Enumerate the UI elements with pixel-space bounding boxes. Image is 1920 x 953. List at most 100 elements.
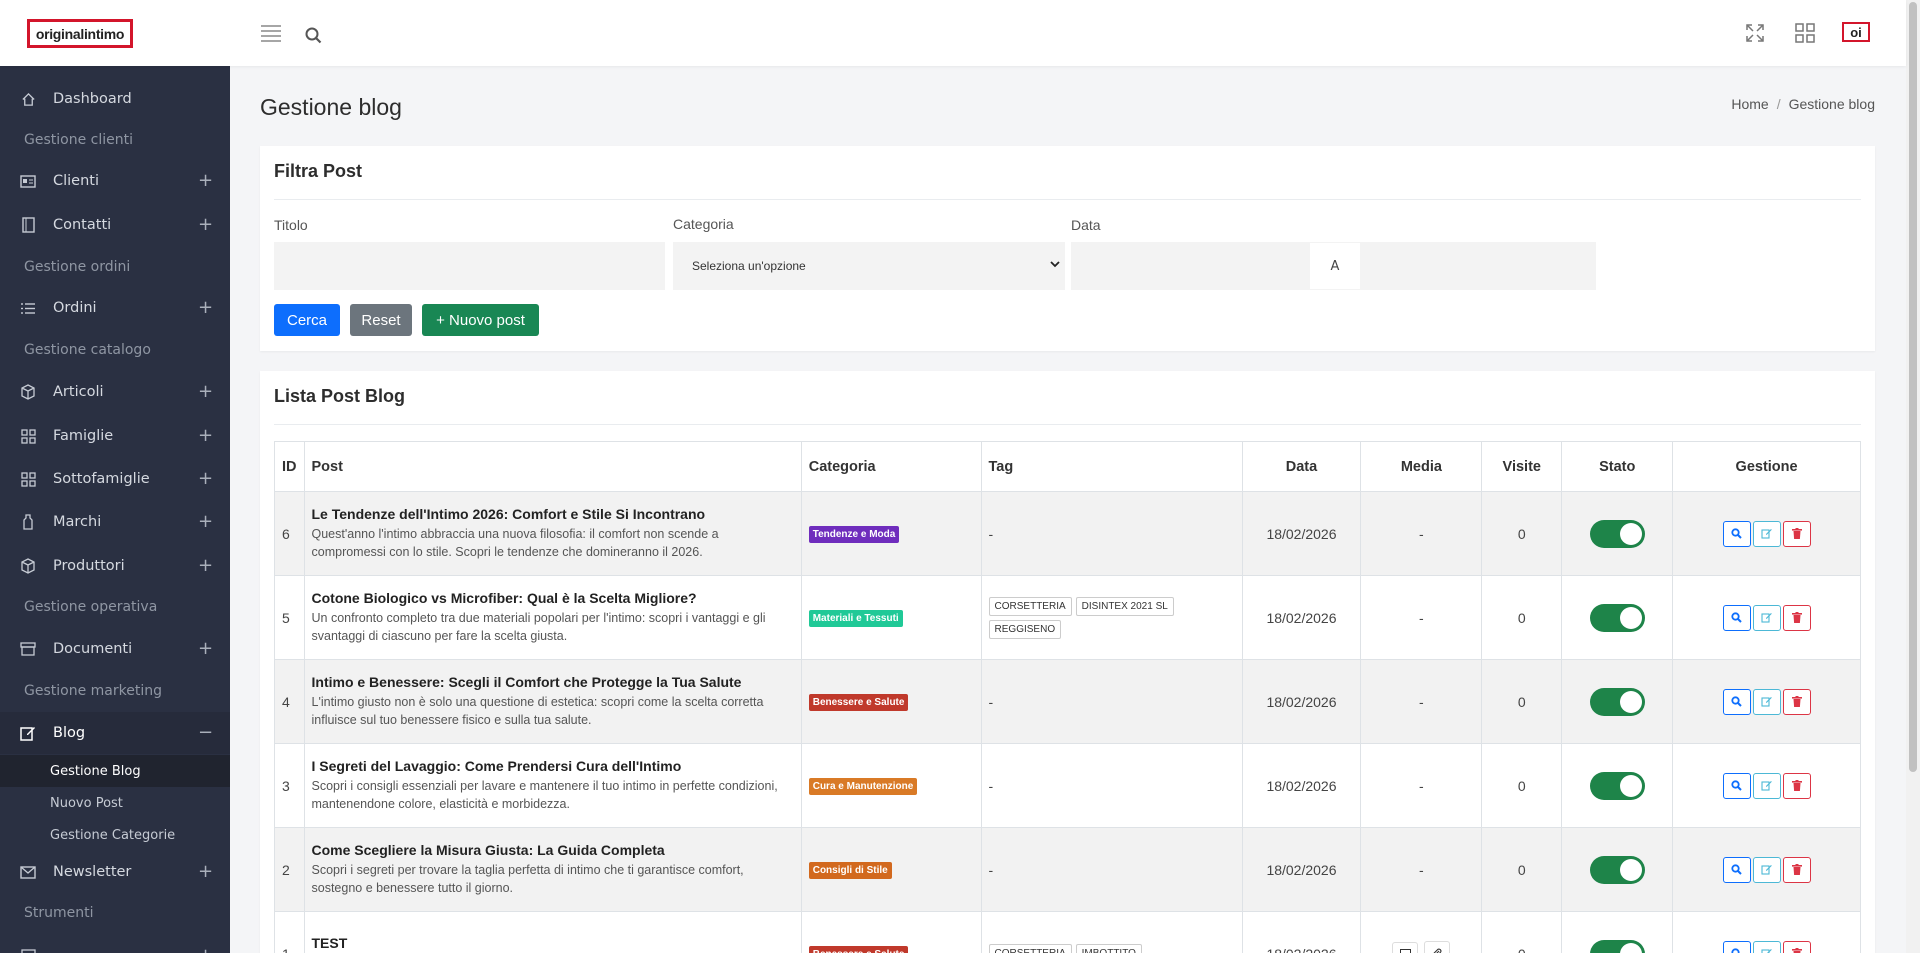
sidebar-subitem-gestione-categorie[interactable]: Gestione Categorie [0, 819, 230, 851]
sidebar-item-famiglie[interactable]: Famiglie + [0, 416, 230, 456]
col-header-post[interactable]: Post [303, 441, 802, 492]
col-header-media[interactable]: Media [1360, 441, 1483, 492]
sidebar-item-produttori[interactable]: Produttori + [0, 546, 230, 586]
col-header-stato[interactable]: Stato [1561, 441, 1674, 492]
delete-button[interactable] [1782, 940, 1811, 953]
post-list-card: Lista Post Blog ID Post Categoria Tag Da… [260, 371, 1875, 953]
sidebar-item-newsletter[interactable]: Newsletter + [0, 852, 230, 892]
edit-button[interactable] [1752, 604, 1781, 631]
col-header-visite[interactable]: Visite [1481, 441, 1563, 492]
attachment-icon[interactable] [1424, 941, 1451, 953]
tag-chip[interactable]: CORSETTERIA [988, 944, 1072, 953]
col-header-tag[interactable]: Tag [980, 441, 1243, 492]
media-dash: - [1419, 777, 1424, 794]
titolo-input[interactable] [274, 242, 665, 290]
no-tag-dash: - [988, 777, 994, 794]
page-scrollbar[interactable] [1906, 0, 1920, 953]
tag-chip[interactable]: CORSETTERIA [988, 596, 1072, 616]
expand-icon[interactable]: + [198, 299, 213, 317]
tag-chip[interactable]: DISINTEX 2021 SL [1075, 596, 1174, 616]
sidebar-item-label: Blog [53, 725, 86, 741]
sidebar-item-partial[interactable]: + [0, 936, 230, 953]
status-toggle[interactable] [1589, 855, 1645, 884]
image-icon[interactable] [1392, 941, 1419, 953]
reset-button[interactable]: Reset [350, 304, 412, 336]
cell-post: I Segreti del Lavaggio: Come Prendersi C… [303, 743, 802, 828]
view-button[interactable] [1722, 940, 1751, 953]
edit-button[interactable] [1752, 688, 1781, 715]
sidebar-subitem-gestione-blog[interactable]: Gestione Blog [0, 755, 230, 787]
expand-icon[interactable]: + [198, 383, 213, 401]
sidebar-section-heading: Gestione operativa [24, 599, 158, 615]
expand-icon[interactable]: + [198, 557, 213, 575]
status-toggle[interactable] [1589, 519, 1645, 548]
delete-button[interactable] [1782, 604, 1811, 631]
sidebar-item-contatti[interactable]: Contatti + [0, 205, 230, 245]
expand-icon[interactable]: + [198, 427, 213, 445]
cell-actions [1672, 827, 1861, 912]
search-button[interactable]: Cerca [274, 304, 340, 336]
sidebar-subitem-nuovo-post[interactable]: Nuovo Post [0, 787, 230, 819]
sidebar-item-sottofamiglie[interactable]: Sottofamiglie + [0, 459, 230, 499]
edit-button[interactable] [1752, 520, 1781, 547]
avatar[interactable]: oi [1842, 22, 1870, 42]
sidebar-item-clienti[interactable]: Clienti + [0, 161, 230, 201]
view-button[interactable] [1722, 520, 1751, 547]
cell-visits: 0 [1481, 827, 1563, 912]
data-to-input[interactable] [1360, 242, 1596, 290]
new-post-button[interactable]: + Nuovo post [422, 304, 539, 336]
view-button[interactable] [1722, 772, 1751, 799]
fullscreen-icon[interactable] [1744, 22, 1766, 44]
delete-button[interactable] [1782, 856, 1811, 883]
sidebar-item-dashboard[interactable]: Dashboard [0, 79, 230, 119]
divider [274, 424, 1861, 425]
delete-button[interactable] [1782, 772, 1811, 799]
view-button[interactable] [1722, 856, 1751, 883]
data-from-input[interactable] [1071, 242, 1311, 290]
expand-icon[interactable]: + [198, 640, 213, 658]
tag-chip[interactable]: IMBOTTITO [1075, 944, 1142, 953]
status-toggle[interactable] [1589, 687, 1645, 716]
expand-icon[interactable]: + [198, 513, 213, 531]
tag-chip[interactable]: REGGISENO [988, 619, 1062, 639]
categoria-select[interactable]: Seleziona un'opzione [673, 242, 1065, 290]
status-toggle[interactable] [1589, 603, 1645, 632]
expand-icon[interactable]: + [198, 172, 213, 190]
collapse-icon[interactable]: − [198, 724, 213, 742]
edit-button[interactable] [1752, 772, 1781, 799]
expand-icon[interactable]: + [198, 863, 213, 881]
view-button[interactable] [1722, 604, 1751, 631]
cell-actions [1672, 911, 1861, 953]
sidebar-subitem-label: Gestione Blog [50, 763, 141, 779]
col-header-data[interactable]: Data [1241, 441, 1362, 492]
edit-button[interactable] [1752, 940, 1781, 953]
expand-icon[interactable]: + [198, 947, 213, 953]
delete-button[interactable] [1782, 688, 1811, 715]
scrollbar-thumb[interactable] [1909, 2, 1917, 772]
breadcrumb-home[interactable]: Home [1731, 96, 1768, 112]
cell-id: 4 [274, 659, 305, 744]
menu-icon[interactable] [258, 22, 284, 44]
cell-tags: CORSETTERIA DISINTEX 2021 SL REGGISENO [980, 575, 1243, 660]
sidebar-item-documenti[interactable]: Documenti + [0, 629, 230, 669]
post-description: Scopri i consigli essenziali per lavare … [311, 779, 778, 811]
search-icon[interactable] [303, 25, 323, 45]
sidebar-item-blog[interactable]: Blog − [0, 712, 230, 754]
expand-icon[interactable]: + [198, 470, 213, 488]
apps-grid-icon[interactable] [1794, 22, 1816, 44]
status-toggle[interactable] [1589, 771, 1645, 800]
toggle-knob [1619, 942, 1642, 953]
cell-media: - [1360, 659, 1483, 744]
view-button[interactable] [1722, 688, 1751, 715]
sidebar-item-articoli[interactable]: Articoli + [0, 372, 230, 412]
delete-button[interactable] [1782, 520, 1811, 547]
sidebar-item-marchi[interactable]: Marchi + [0, 502, 230, 542]
bottle-icon [20, 514, 36, 530]
col-header-id[interactable]: ID [274, 441, 305, 492]
col-header-categoria[interactable]: Categoria [800, 441, 982, 492]
expand-icon[interactable]: + [198, 216, 213, 234]
sidebar-item-ordini[interactable]: Ordini + [0, 288, 230, 328]
edit-button[interactable] [1752, 856, 1781, 883]
logo[interactable]: originalintimo [27, 19, 133, 48]
status-toggle[interactable] [1589, 939, 1645, 953]
